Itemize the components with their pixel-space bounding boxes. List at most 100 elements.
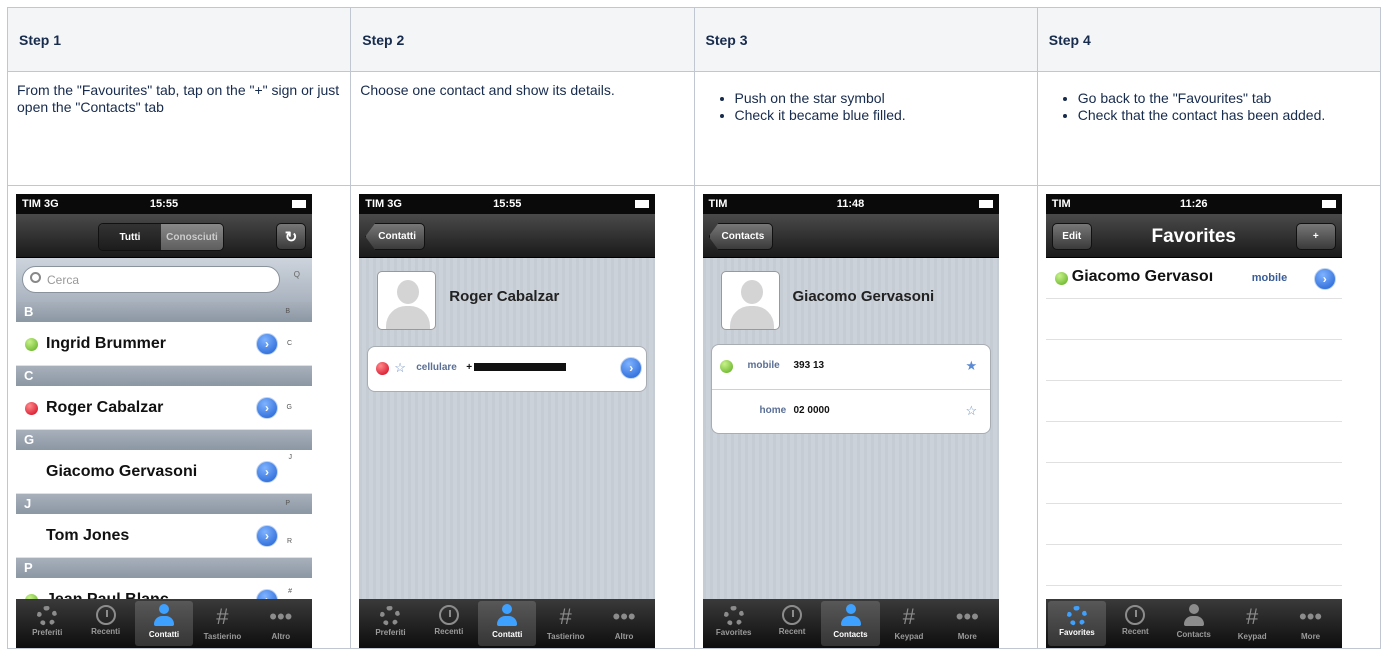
disclosure-button[interactable]: ›: [620, 357, 643, 379]
keypad-icon: #: [1246, 604, 1259, 629]
tab-tastierino[interactable]: # Tastierino: [536, 601, 594, 646]
disclosure-button[interactable]: ›: [256, 461, 278, 483]
tab-recent[interactable]: Recent: [1106, 601, 1164, 646]
contacts-list-screen: TIM 3G 15:55 Tutti Conosciuti ↻ Cerca Q: [16, 194, 312, 648]
status-bar: TIM 11:48: [702, 194, 999, 214]
tab-more[interactable]: ••• More: [938, 601, 996, 646]
person-icon: [840, 604, 862, 628]
navigation-bar: Contatti: [359, 214, 656, 258]
disclosure-button[interactable]: ›: [256, 397, 278, 419]
segment-tutti[interactable]: Tutti: [99, 224, 161, 250]
tab-label: Contacts: [833, 630, 868, 639]
segmented-control[interactable]: Tutti Conosciuti: [98, 223, 224, 251]
header-step-4: Step 4: [1036, 7, 1382, 72]
contact-name: Giacomo Gervasoni: [46, 463, 198, 480]
tab-favorites[interactable]: Favorites: [705, 601, 763, 646]
section-letter: B: [24, 304, 34, 319]
contact-row[interactable]: Roger Cabalzar › G: [16, 386, 312, 430]
tab-label: Recent: [1122, 627, 1149, 636]
tab-preferiti[interactable]: Preferiti: [18, 601, 76, 646]
phone-row[interactable]: mobile 393 13 ★: [712, 345, 990, 389]
step-3-description: Push on the star symbol Check it became …: [693, 71, 1038, 186]
tab-recenti[interactable]: Recenti: [420, 601, 478, 646]
contact-row[interactable]: Giacomo Gervasoni › J: [16, 450, 312, 494]
step-4-bullet: Go back to the "Favourites" tab: [1078, 90, 1371, 107]
favorite-type: mobile: [1251, 272, 1288, 284]
clock-icon: [95, 605, 116, 625]
section-header: G: [16, 430, 312, 450]
contact-row[interactable]: Tom Jones › R: [16, 514, 312, 558]
index-letter: Q: [293, 270, 300, 279]
tab-contacts[interactable]: Contacts: [1165, 601, 1223, 646]
tab-recent[interactable]: Recent: [763, 601, 821, 646]
favorite-name: Giacomo Gervasoı: [1071, 268, 1214, 285]
keypad-icon: #: [216, 604, 229, 629]
favorite-row[interactable]: Giacomo Gervasoı mobile ›: [1045, 258, 1342, 299]
tab-more[interactable]: ••• More: [1281, 601, 1339, 646]
section-header: BB: [16, 302, 312, 322]
navigation-bar: Tutti Conosciuti ↻: [16, 214, 312, 258]
tab-label: Keypad: [894, 632, 924, 641]
empty-row: [1045, 422, 1342, 463]
step-2-description: Choose one contact and show its details.: [350, 71, 695, 186]
busy-status-icon: [376, 362, 390, 375]
phone-row[interactable]: home 02 0000 ☆: [711, 389, 990, 433]
tab-label: Recenti: [91, 627, 121, 636]
tab-altro[interactable]: ••• Altro: [252, 601, 310, 646]
tab-bar: Preferiti Recenti Contatti # Tastierino •…: [359, 599, 656, 648]
phone-row[interactable]: ☆ cellulare + ›: [368, 347, 646, 391]
clock-icon: [438, 605, 459, 625]
tab-label: Contatti: [492, 630, 523, 639]
star-icon[interactable]: ☆: [966, 403, 978, 419]
gear-icon: [380, 606, 401, 626]
contact-name: Tom Jones: [46, 527, 130, 544]
keypad-icon: #: [559, 604, 572, 629]
clock-label: 15:55: [149, 198, 179, 210]
disclosure-button[interactable]: ›: [256, 333, 278, 355]
tab-recenti[interactable]: Recenti: [76, 601, 134, 646]
more-icon: •••: [1299, 604, 1323, 629]
back-button[interactable]: Contacts: [708, 223, 774, 250]
add-favorite-button[interactable]: +: [1295, 223, 1336, 250]
search-input[interactable]: Cerca: [22, 266, 280, 293]
tab-label: Favorites: [715, 628, 752, 637]
phone-label: home: [759, 405, 787, 416]
tab-tastierino[interactable]: # Tastierino: [193, 601, 251, 646]
index-letter: B: [285, 308, 290, 315]
favorites-screen: TIM 11:26 Edit Favorites + Giacomo Gerva…: [1045, 194, 1342, 648]
avatar: [377, 271, 437, 330]
disclosure-button[interactable]: ›: [256, 525, 278, 547]
step-4-screenshot-cell: TIM 11:26 Edit Favorites + Giacomo Gerva…: [1036, 185, 1382, 649]
disclosure-button[interactable]: ›: [1313, 268, 1336, 290]
tab-label: Tastierino: [546, 632, 585, 641]
tab-contatti[interactable]: Contatti: [478, 601, 537, 646]
tab-label: Contatti: [148, 630, 180, 639]
step-4-description: Go back to the "Favourites" tab Check th…: [1036, 71, 1382, 186]
star-filled-icon[interactable]: ★: [966, 358, 978, 374]
star-icon[interactable]: ☆: [394, 360, 406, 376]
person-icon: [1183, 604, 1205, 628]
description-row: From the "Favourites" tab, tap on the "+…: [6, 71, 1382, 186]
tab-bar: Favorites Recent Contacts # Keypad ••• Mor…: [702, 599, 999, 648]
online-status-icon: [1054, 272, 1068, 285]
screenshot-row: TIM 3G 15:55 Tutti Conosciuti ↻ Cerca Q: [6, 185, 1382, 649]
step-3-bullet: Push on the star symbol: [735, 90, 1028, 107]
tab-contacts[interactable]: Contacts: [821, 601, 880, 646]
tab-altro[interactable]: ••• Altro: [595, 601, 653, 646]
tab-preferiti[interactable]: Preferiti: [361, 601, 419, 646]
tab-contatti[interactable]: Contatti: [134, 601, 194, 646]
back-button[interactable]: Contatti: [365, 223, 426, 250]
tab-label: Preferiti: [32, 628, 63, 637]
tab-bar: Preferiti Recenti Contatti # Tastierino •…: [16, 599, 312, 648]
tab-label: Recenti: [434, 627, 464, 636]
tab-label: Favorites: [1059, 628, 1095, 637]
tab-keypad[interactable]: # Keypad: [1223, 601, 1281, 646]
phone-label: mobile: [747, 360, 780, 371]
tab-favorites[interactable]: Favorites: [1047, 601, 1107, 646]
more-icon: •••: [955, 604, 979, 629]
tab-keypad[interactable]: # Keypad: [880, 601, 938, 646]
contact-row[interactable]: Ingrid Brummer › C: [16, 322, 312, 366]
refresh-button[interactable]: ↻: [276, 223, 306, 250]
segment-conosciuti[interactable]: Conosciuti: [161, 224, 223, 250]
step-3-screenshot-cell: TIM 11:48 Contacts Giacomo Gervasoni mob…: [693, 185, 1038, 649]
